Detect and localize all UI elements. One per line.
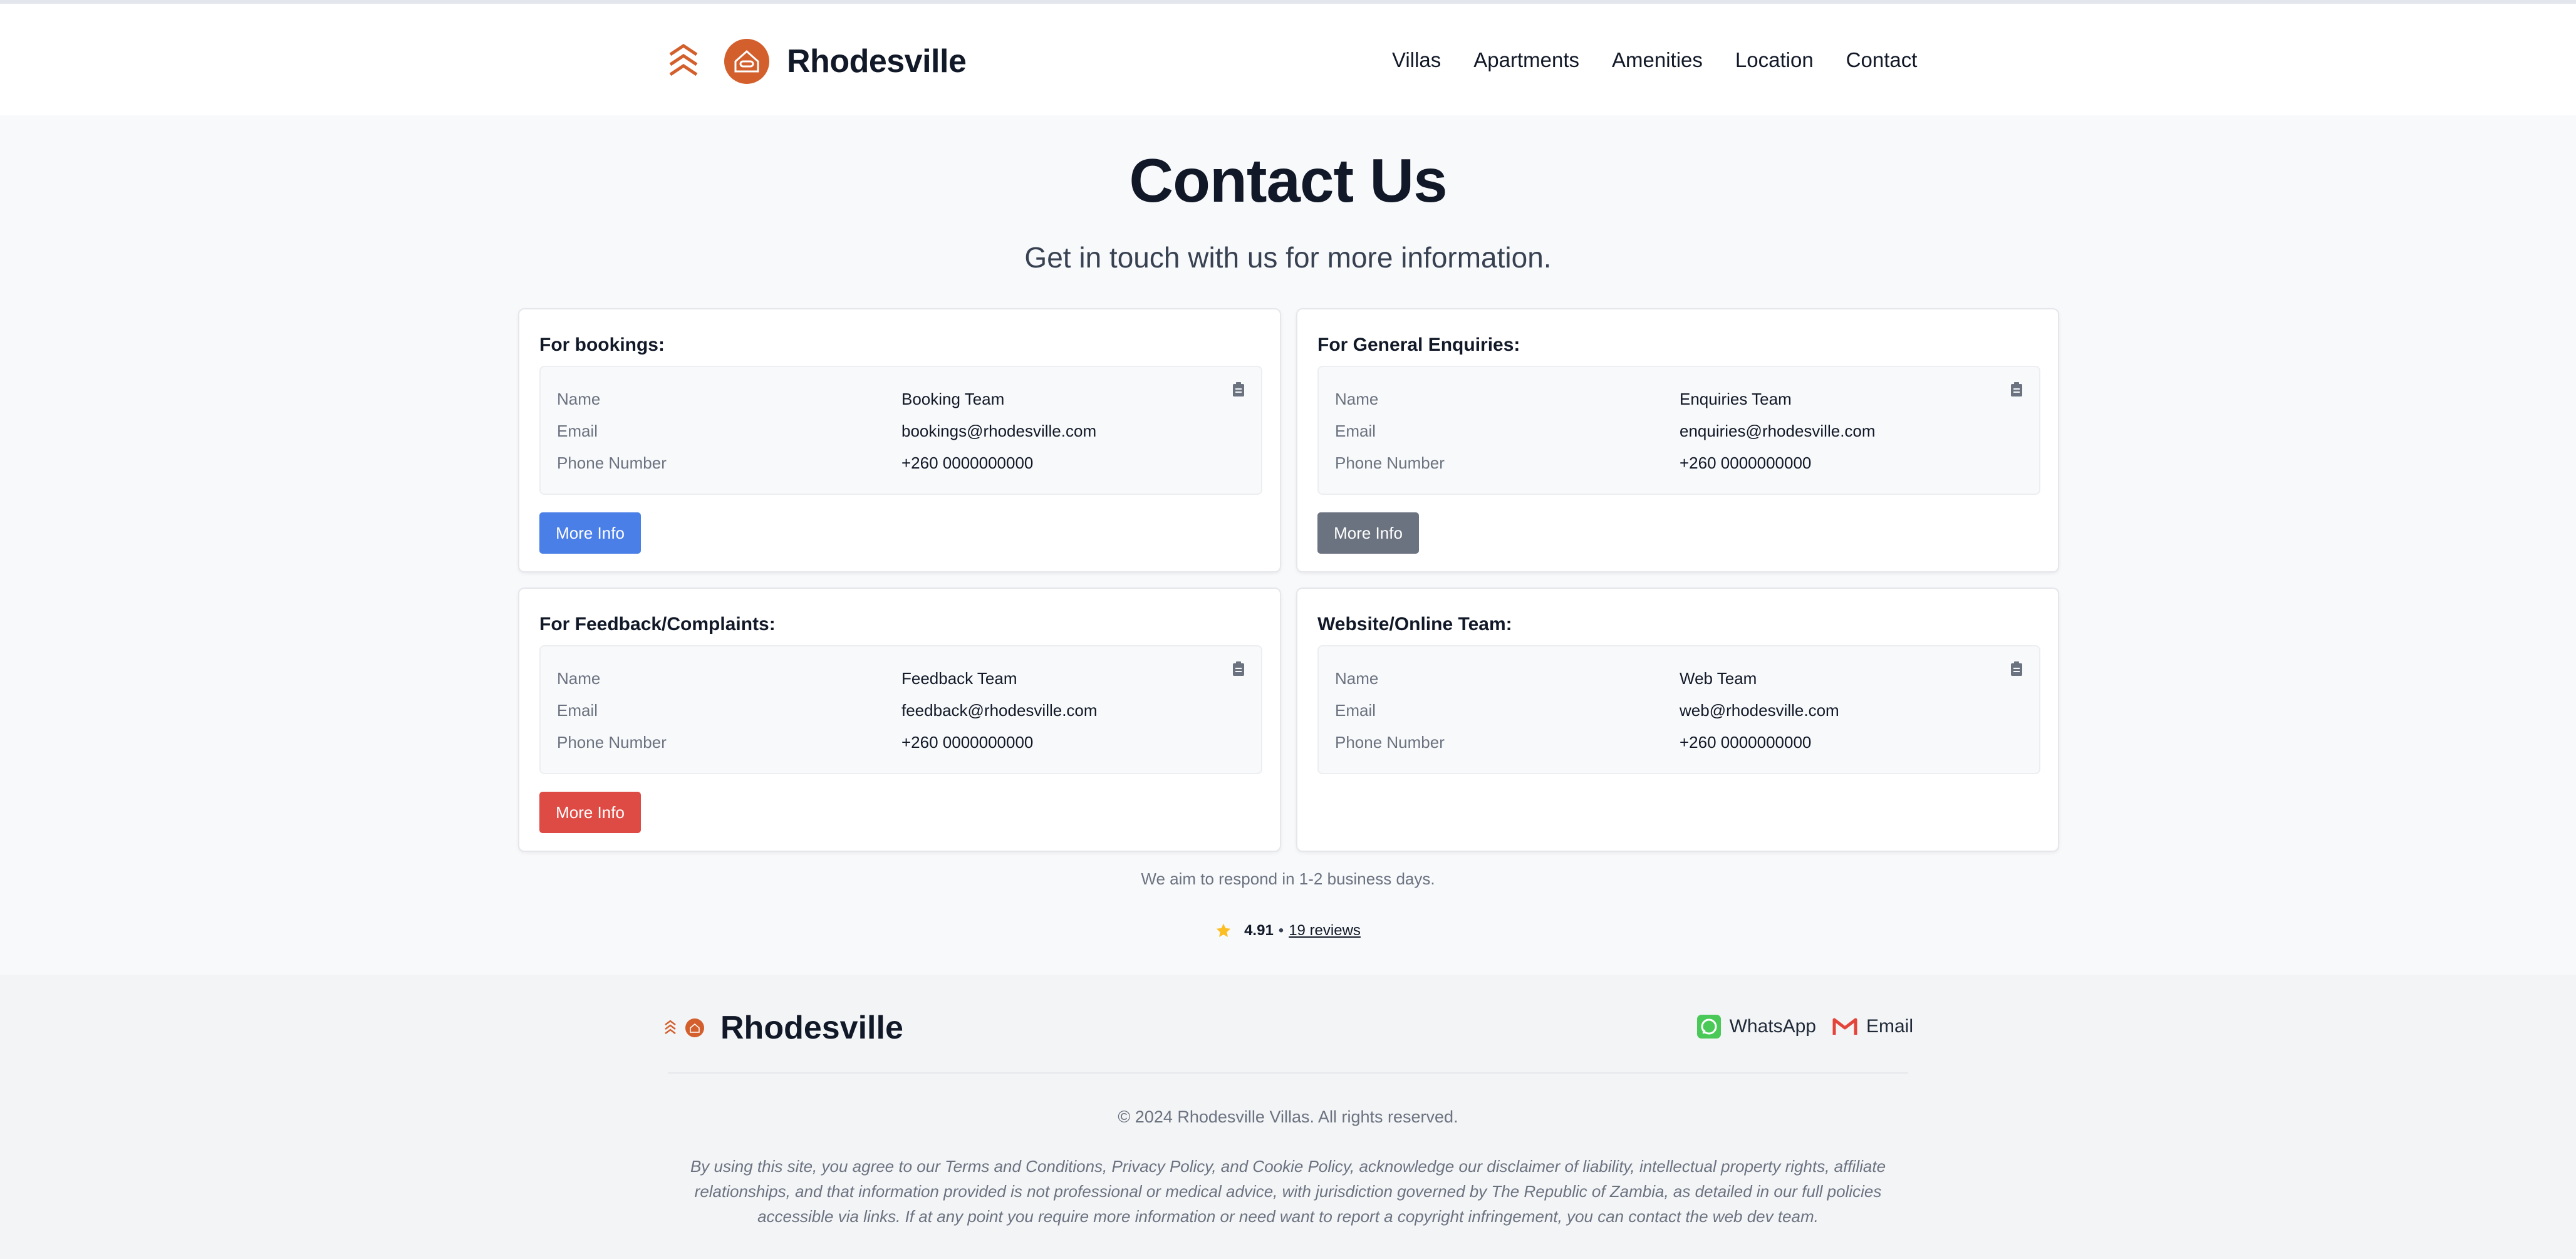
chevrons-up-icon — [669, 43, 698, 76]
phone-label: Phone Number — [557, 733, 667, 752]
email-value: feedback@rhodesville.com — [901, 701, 1098, 720]
chevrons-up-icon — [665, 1020, 676, 1034]
phone-value: +260 0000000000 — [901, 733, 1034, 752]
name-value: Web Team — [1680, 669, 1757, 688]
response-time-note: We aim to respond in 1-2 business days. — [1141, 869, 1435, 888]
rating-summary: 4.91 • 19 reviews — [0, 922, 2576, 940]
phone-label: Phone Number — [1335, 733, 1445, 752]
name-label: Name — [557, 669, 601, 688]
contact-card-feedback: For Feedback/Complaints: Name Feedback Te… — [518, 588, 1281, 852]
nav-link-location[interactable]: Location — [1735, 48, 1814, 73]
villa-logo-icon — [724, 39, 769, 84]
email-value: bookings@rhodesville.com — [901, 422, 1097, 440]
whatsapp-link[interactable]: WhatsApp — [1696, 1015, 1816, 1039]
name-label: Name — [557, 390, 601, 408]
more-info-button-feedback[interactable]: More Info — [539, 792, 641, 833]
nav-link-apartments[interactable]: Apartments — [1473, 48, 1579, 73]
contact-info-box: Name Booking Team Email bookings@rhodesvil… — [539, 366, 1262, 495]
email-label: Email — [557, 422, 598, 440]
contact-card-web: Website/Online Team: Name Web Team Email w… — [1296, 588, 2059, 852]
card-title: Website/Online Team: — [1317, 614, 1512, 635]
phone-label: Phone Number — [1335, 453, 1445, 472]
legal-disclaimer: By using this site, you agree to our Ter… — [690, 1157, 1886, 1226]
rating-score: 4.91 — [1244, 922, 1274, 939]
whatsapp-icon — [1696, 1015, 1721, 1039]
more-info-button-bookings[interactable]: More Info — [539, 512, 641, 554]
phone-value: +260 0000000000 — [901, 453, 1034, 472]
email-value: enquiries@rhodesville.com — [1680, 422, 1876, 440]
email-value: web@rhodesville.com — [1680, 701, 1839, 720]
footer-brand[interactable]: Rhodesville — [664, 1007, 903, 1049]
copyright: © 2024 Rhodesville Villas. All rights re… — [1118, 1107, 1458, 1126]
card-title: For General Enquiries: — [1317, 334, 1520, 355]
email-label: Email — [1335, 422, 1376, 440]
name-label: Name — [1335, 390, 1379, 408]
phone-value: +260 0000000000 — [1680, 733, 1812, 752]
page-subtitle: Get in touch with us for more informatio… — [1024, 241, 1552, 274]
name-label: Name — [1335, 669, 1379, 688]
brand[interactable]: Rhodesville — [668, 36, 967, 86]
contact-info-box: Name Web Team Email web@rhodesville.com Ph… — [1317, 645, 2040, 774]
email-link[interactable]: Email — [1832, 1016, 1913, 1037]
page-title: Contact Us — [1129, 146, 1447, 215]
whatsapp-label: WhatsApp — [1729, 1016, 1816, 1037]
contact-card-bookings: For bookings: Name Booking Team Email book… — [518, 308, 1281, 573]
nav-link-amenities[interactable]: Amenities — [1612, 48, 1703, 73]
main-nav: Villas Apartments Amenities Location Con… — [1392, 48, 1917, 73]
card-title: For bookings: — [539, 334, 665, 355]
phone-value: +260 0000000000 — [1680, 453, 1812, 472]
phone-label: Phone Number — [557, 453, 667, 472]
footer-brand-name: Rhodesville — [720, 1010, 903, 1046]
site-header: Rhodesville Villas Apartments Amenities … — [0, 4, 2576, 115]
villa-logo-icon — [685, 1018, 704, 1037]
name-value: Enquiries Team — [1680, 390, 1792, 408]
email-label: Email — [1335, 701, 1376, 720]
card-title: For Feedback/Complaints: — [539, 614, 776, 635]
gmail-icon — [1832, 1018, 1857, 1035]
brand-name: Rhodesville — [787, 43, 967, 80]
nav-link-villas[interactable]: Villas — [1392, 48, 1441, 73]
name-value: Feedback Team — [901, 669, 1017, 688]
contact-info-box: Name Enquiries Team Email enquiries@rhodes… — [1317, 366, 2040, 495]
name-value: Booking Team — [901, 390, 1005, 408]
email-label: Email — [557, 701, 598, 720]
contact-card-enquiries: For General Enquiries: Name Enquiries Tea… — [1296, 308, 2059, 573]
nav-link-contact[interactable]: Contact — [1846, 48, 1918, 73]
email-label: Email — [1866, 1016, 1913, 1037]
footer-contact-links: WhatsApp Email — [1681, 1011, 1913, 1042]
star-icon — [1216, 923, 1231, 937]
site-footer: Rhodesville WhatsApp Email © 2024 Rhodes… — [0, 975, 2576, 1259]
rating-separator: • — [1278, 922, 1284, 939]
contact-info-box: Name Feedback Team Email feedback@rhodesvi… — [539, 645, 1262, 774]
reviews-link[interactable]: 19 reviews — [1289, 922, 1361, 940]
more-info-button-enquiries[interactable]: More Info — [1317, 512, 1419, 554]
footer-divider — [668, 1072, 1908, 1074]
